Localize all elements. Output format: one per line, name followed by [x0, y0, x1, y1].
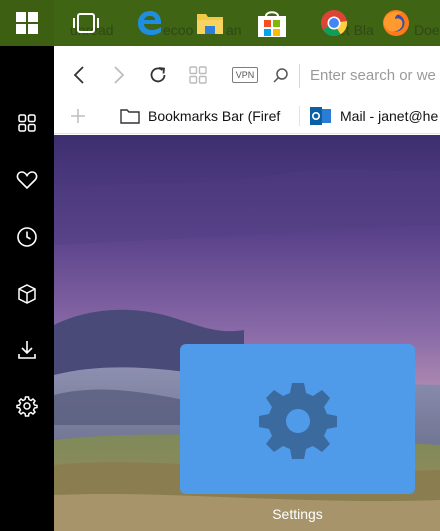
folder-icon: [120, 108, 140, 124]
speed-dial-button[interactable]: [185, 62, 211, 88]
forward-arrow-icon: [114, 66, 125, 84]
browser-window: VPN Enter search or we Bookmarks Bar (Fi…: [54, 46, 440, 531]
outlook-icon: [310, 106, 332, 126]
search-input-placeholder[interactable]: Enter search or we: [310, 67, 436, 84]
bookmarks-bar: Bookmarks Bar (Firef Mail - janet@he: [54, 98, 440, 134]
bookmark-mail-item[interactable]: Mail - janet@he: [310, 106, 438, 126]
bookmark-separator: [299, 106, 300, 126]
back-arrow-icon: [73, 66, 84, 84]
plus-icon: [71, 109, 85, 123]
store-button[interactable]: [247, 0, 297, 46]
sidebar-item-history[interactable]: [0, 217, 54, 257]
sidebar-item-settings[interactable]: [0, 386, 54, 426]
grid-icon: [189, 66, 207, 84]
box-icon: [18, 284, 36, 304]
task-view-button[interactable]: [61, 0, 111, 46]
store-icon: [258, 11, 286, 37]
sidebar-item-downloads[interactable]: [0, 330, 54, 370]
taskbar: unread ecoo an et Bla Doe: [0, 0, 440, 46]
edge-taskbar-button[interactable]: [125, 0, 175, 46]
address-bar[interactable]: VPN Enter search or we: [224, 62, 440, 90]
speed-dial-icon: [18, 114, 36, 132]
sidebar-item-extensions[interactable]: [0, 274, 54, 314]
bookmark-mail-label: Mail - janet@he: [340, 108, 439, 124]
file-explorer-icon: [197, 14, 223, 34]
sidebar-item-bookmarks[interactable]: [0, 160, 54, 200]
settings-gear-icon: [258, 383, 337, 459]
forward-button[interactable]: [106, 62, 132, 88]
add-bookmark-button[interactable]: [66, 104, 90, 128]
windows-logo-icon: [16, 12, 38, 34]
browser-sidebar: [0, 46, 54, 531]
back-button[interactable]: [66, 62, 92, 88]
task-view-icon: [73, 13, 99, 33]
download-icon: [18, 341, 36, 359]
sidebar-item-speed-dial[interactable]: [0, 103, 54, 143]
bookmark-folder-item[interactable]: Bookmarks Bar (Firef: [120, 106, 280, 126]
edge-icon: [138, 11, 161, 35]
file-explorer-button[interactable]: [185, 0, 235, 46]
history-icon: [17, 227, 37, 247]
search-icon: [273, 68, 288, 83]
reload-icon: [150, 67, 166, 83]
vpn-badge[interactable]: VPN: [232, 67, 258, 83]
firefox-button[interactable]: [371, 0, 421, 46]
firefox-icon: [383, 10, 409, 36]
chrome-button[interactable]: [309, 0, 359, 46]
settings-speed-dial-tile[interactable]: [180, 344, 415, 494]
chrome-icon: [321, 10, 348, 37]
heart-icon: [16, 171, 38, 190]
bookmark-folder-label: Bookmarks Bar (Firef: [148, 108, 281, 124]
navigation-bar: VPN Enter search or we: [54, 54, 440, 98]
settings-gear-icon: [16, 396, 38, 417]
speed-dial-page: Settings: [54, 135, 440, 531]
address-separator: [299, 64, 300, 88]
start-button[interactable]: [0, 0, 54, 46]
reload-button[interactable]: [145, 62, 171, 88]
settings-tile-label: Settings: [272, 506, 323, 522]
